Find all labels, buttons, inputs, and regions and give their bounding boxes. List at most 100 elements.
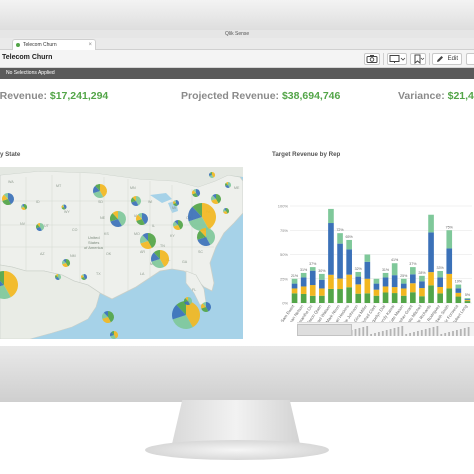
bar-stack[interactable]	[455, 284, 462, 303]
bar-value-label: 21%	[291, 274, 299, 278]
state-bubble[interactable]	[35, 223, 44, 231]
mini-bar	[354, 329, 357, 336]
bar-stack[interactable]	[428, 214, 434, 303]
bar-stack[interactable]	[364, 254, 371, 304]
target-revenue-chart[interactable]: 100% 75% 50% 25% 0% 21% Sam Ewert 31% Jean Nelso…	[272, 172, 474, 342]
kpi-projected-revenue[interactable]: Projected Revenue: $38,694,746	[181, 90, 340, 102]
mini-bar	[413, 332, 415, 336]
state-bubble[interactable]	[201, 302, 211, 312]
state-bubble[interactable]	[131, 196, 141, 206]
bar-segment	[364, 261, 371, 279]
state-bubble[interactable]	[173, 200, 180, 206]
bar-stack[interactable]	[446, 230, 453, 303]
more-button[interactable]	[466, 53, 474, 65]
mini-bar	[432, 327, 435, 336]
bar-stack[interactable]	[419, 275, 425, 303]
state-bubble[interactable]	[211, 194, 222, 204]
bar-stack[interactable]	[355, 271, 362, 303]
state-label: TX	[96, 272, 101, 276]
bar-stack[interactable]	[382, 272, 389, 303]
state-bubble[interactable]	[223, 208, 230, 214]
edit-button[interactable]: Edit	[432, 53, 462, 65]
bar-value-label: 19%	[455, 280, 463, 284]
bar-stack[interactable]	[309, 267, 316, 303]
mini-bar	[436, 326, 439, 336]
state-bubble[interactable]	[93, 184, 108, 198]
bar-segment	[428, 232, 434, 273]
bar-segment	[446, 248, 453, 274]
state-bubble[interactable]	[151, 250, 169, 268]
bar-value-label: 33%	[437, 266, 445, 270]
y-tick-label: 25%	[280, 276, 288, 281]
snapshot-button[interactable]	[364, 53, 380, 65]
state-bubble[interactable]	[172, 301, 201, 329]
app-toolbar: Telecom Churn Edit	[0, 50, 474, 68]
state-bubble[interactable]	[197, 228, 215, 246]
state-bubble[interactable]	[110, 211, 126, 227]
state-bubble[interactable]	[209, 172, 215, 178]
bar-stack[interactable]	[400, 278, 407, 303]
state-bubble[interactable]	[109, 331, 119, 339]
state-bubble[interactable]	[225, 182, 231, 188]
bar-stack[interactable]	[337, 233, 343, 303]
bar-segment	[328, 274, 334, 289]
state-bubble[interactable]	[1, 193, 14, 205]
state-bubble[interactable]	[184, 297, 193, 305]
bar-segment	[355, 284, 362, 294]
bar-segment	[428, 214, 434, 233]
bar-stack[interactable]	[291, 278, 298, 303]
bar-segment	[300, 272, 307, 278]
state-bubble[interactable]	[61, 204, 67, 210]
tab-close-icon[interactable]: ×	[88, 40, 92, 50]
state-bubble[interactable]	[21, 204, 28, 210]
bar-stack[interactable]	[464, 298, 471, 303]
bar-stack[interactable]	[373, 278, 380, 303]
bar-stack[interactable]	[410, 267, 416, 303]
state-bubble[interactable]	[136, 213, 148, 225]
bar-stack[interactable]	[300, 272, 307, 303]
kpi-actual-revenue[interactable]: al Revenue: $17,241,294	[0, 90, 108, 102]
bar-segment	[391, 293, 398, 303]
state-map[interactable]: WA MT ND MN OR ID SD WI MI WY NE IA IL N…	[0, 167, 243, 339]
bar-value-label: 30%	[318, 269, 326, 273]
state-bubble[interactable]	[55, 274, 62, 280]
bar-segment	[309, 270, 316, 286]
state-bubble[interactable]	[188, 203, 217, 231]
state-bubble[interactable]	[80, 274, 88, 280]
monitor-stand-neck	[172, 400, 300, 444]
scroll-thumb[interactable]	[297, 324, 352, 336]
bar-segment	[419, 288, 425, 297]
bar-stack[interactable]	[346, 239, 352, 303]
state-bubble[interactable]	[173, 220, 183, 230]
bar-value-label: 75%	[446, 225, 454, 229]
state-bubble[interactable]	[62, 259, 70, 267]
bookmark-icon	[414, 54, 425, 65]
bar-segment	[400, 288, 407, 296]
state-bubble[interactable]	[140, 233, 156, 249]
present-button[interactable]	[387, 53, 407, 65]
bar-stack[interactable]	[328, 208, 334, 303]
bar-segment	[373, 289, 380, 296]
chart-scrollbar[interactable]	[297, 322, 474, 336]
mini-bar	[448, 332, 450, 336]
state-bubble[interactable]	[191, 189, 200, 197]
bar-segment	[455, 296, 462, 303]
mini-bar	[374, 333, 376, 336]
bar-stack[interactable]	[391, 263, 398, 303]
bar-stack[interactable]	[437, 270, 443, 303]
state-bubble[interactable]	[101, 311, 115, 323]
mini-bar	[358, 328, 361, 336]
bar-segment	[300, 286, 307, 294]
bar-segment	[355, 271, 362, 277]
mini-bar	[385, 330, 388, 336]
bar-segment	[455, 284, 462, 289]
kpi-variance[interactable]: Variance: $21,45	[398, 90, 474, 102]
bar-segment	[328, 223, 334, 275]
bar-segment	[355, 293, 362, 303]
tab-telecom-churn[interactable]: Telecom Churn ×	[12, 39, 96, 50]
mini-bar	[420, 330, 423, 336]
bar-segment	[419, 281, 425, 289]
bar-stack[interactable]	[319, 273, 325, 303]
bookmark-button[interactable]	[410, 53, 426, 65]
mini-bar	[424, 329, 427, 336]
